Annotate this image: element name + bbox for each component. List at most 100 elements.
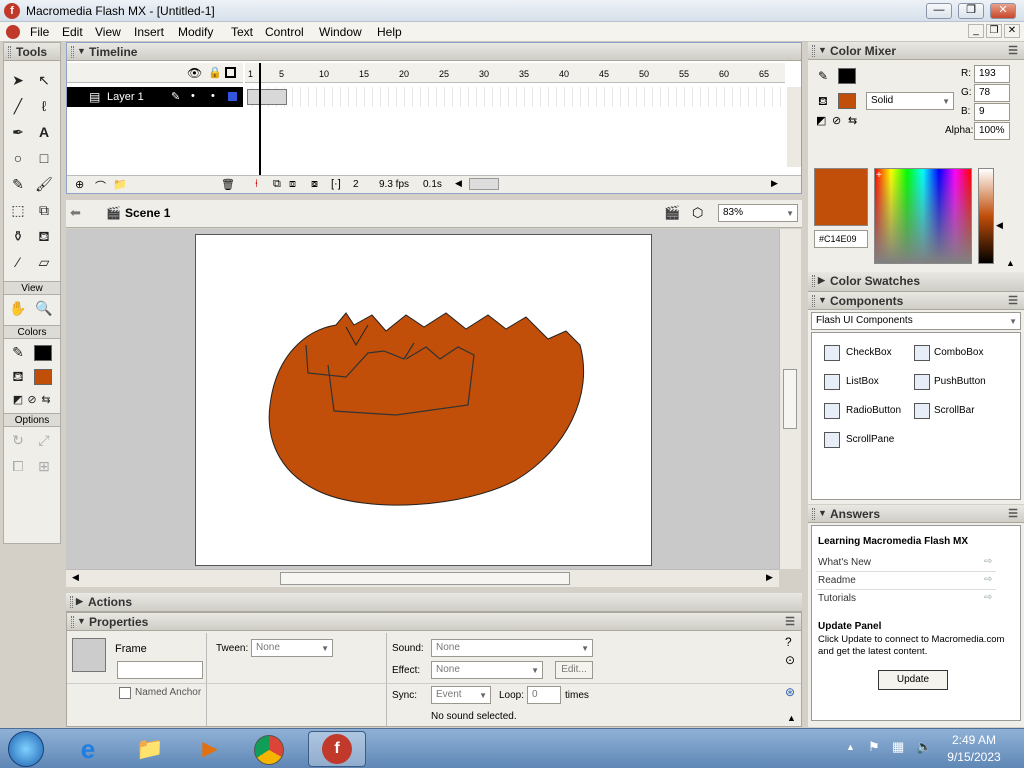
free-transform-tool-icon[interactable]: ⬚ [7, 199, 29, 221]
fill-color-swatch[interactable] [34, 369, 52, 385]
flash-taskbar-button[interactable]: f [308, 731, 366, 767]
accessibility-icon[interactable]: ⊛ [785, 685, 795, 699]
color-swatches-header[interactable]: ▶ Color Swatches [808, 272, 1024, 292]
onion-skin-icon[interactable]: ⧉ [273, 178, 281, 191]
frame-ruler[interactable]: 1 5 10 15 20 25 30 35 40 45 50 55 60 65 [245, 63, 785, 83]
stage-vscroll[interactable] [779, 229, 801, 569]
red-input[interactable]: 193 [974, 65, 1010, 83]
eye-icon[interactable]: 👁 [187, 66, 202, 80]
edit-actions-icon[interactable]: ⊙ [785, 653, 795, 667]
pencil-tool-icon[interactable]: ✎ [7, 173, 29, 195]
brightness-slider[interactable] [978, 168, 994, 264]
green-input[interactable]: 78 [974, 84, 1010, 102]
alpha-input[interactable]: 100% [974, 122, 1010, 140]
show-hidden-icons-icon[interactable]: ▲ [846, 742, 855, 752]
hex-input[interactable]: #C14E09 [814, 230, 868, 248]
clock-date[interactable]: 9/15/2023 [944, 750, 1004, 764]
menu-view[interactable]: View [95, 25, 121, 39]
envelope-option-icon[interactable]: ⊞ [33, 455, 55, 477]
outline-icon[interactable] [225, 67, 236, 78]
timeline-header[interactable]: ▼ Timeline [67, 43, 801, 61]
scroll-right-icon[interactable]: ▶ [766, 572, 773, 583]
pen-tool-icon[interactable]: ✒ [7, 121, 29, 143]
minimize-button[interactable]: — [926, 3, 952, 19]
properties-header[interactable]: ▼ Properties ☰ [67, 613, 801, 631]
network-icon[interactable]: ▦ [892, 739, 904, 755]
eraser-tool-icon[interactable]: ▱ [33, 251, 55, 273]
swap-colors-icon[interactable]: ⇆ [848, 114, 857, 127]
doc-close-button[interactable]: ✕ [1004, 24, 1020, 38]
rotate-option-icon[interactable]: ↻ [7, 429, 29, 451]
center-frame-icon[interactable]: ⍿ [255, 178, 258, 191]
lock-dot[interactable]: • [211, 90, 215, 102]
component-scrollpane[interactable]: ScrollPane [846, 434, 894, 445]
internet-explorer-icon[interactable]: e [66, 733, 110, 765]
panel-options-icon[interactable]: ☰ [1008, 44, 1018, 57]
menu-text[interactable]: Text [231, 25, 253, 39]
orange-shape[interactable] [268, 312, 584, 506]
clock-time[interactable]: 2:49 AM [944, 733, 1004, 747]
scale-option-icon[interactable]: ⤢ [33, 429, 55, 451]
sound-select[interactable]: None [431, 639, 593, 657]
brightness-pointer-icon[interactable]: ◀ [996, 220, 1003, 231]
no-color-icon[interactable]: ⊘ [832, 114, 841, 127]
paint-bucket-tool-icon[interactable]: ⛾ [33, 225, 55, 247]
layer-name[interactable]: Layer 1 [107, 91, 144, 103]
close-button[interactable]: ✕ [990, 3, 1016, 19]
scroll-left-icon[interactable]: ◀ [72, 572, 79, 583]
line-tool-icon[interactable]: ╱ [7, 95, 29, 117]
collapse-props-icon[interactable]: ▲ [787, 713, 796, 723]
scroll-left-icon[interactable]: ◀ [455, 178, 462, 189]
zoom-tool-icon[interactable]: 🔍 [33, 297, 55, 319]
oval-tool-icon[interactable]: ○ [7, 147, 29, 169]
add-guide-icon[interactable]: ⌒ [95, 178, 106, 194]
color-mixer-header[interactable]: ▼ Color Mixer ☰ [808, 42, 1024, 60]
actions-panel-header[interactable]: ▶ Actions [66, 593, 802, 612]
keyframe-span[interactable] [247, 89, 287, 105]
add-layer-icon[interactable]: ⊕ [75, 178, 84, 191]
effect-select[interactable]: None [431, 661, 543, 679]
action-center-icon[interactable]: ⚑ [868, 739, 880, 755]
subselect-tool-icon[interactable]: ↖ [33, 69, 55, 91]
answers-header[interactable]: ▼ Answers ☰ [808, 505, 1024, 523]
fill-type-select[interactable]: Solid [866, 92, 954, 110]
component-scrollbar[interactable]: ScrollBar [934, 405, 975, 416]
arrow-tool-icon[interactable]: ➤ [7, 69, 29, 91]
panel-grip[interactable] [8, 46, 11, 58]
components-header[interactable]: ▼ Components ☰ [808, 292, 1024, 310]
mixer-stroke-swatch[interactable] [838, 68, 856, 84]
link-readme[interactable]: Readme [818, 575, 856, 586]
panel-options-icon[interactable]: ☰ [785, 615, 795, 628]
tween-select[interactable]: None [251, 639, 333, 657]
menu-help[interactable]: Help [377, 25, 402, 39]
link-arrow-icon[interactable]: ⇨ [984, 574, 992, 585]
brush-tool-icon[interactable]: 🖌 [33, 173, 55, 195]
help-icon[interactable]: ? [785, 635, 792, 649]
maximize-button[interactable]: ❐ [958, 3, 984, 19]
component-set-select[interactable]: Flash UI Components [811, 312, 1021, 330]
onion-markers-icon[interactable]: [·] [331, 178, 341, 190]
edit-multiple-icon[interactable]: ⧇ [311, 178, 318, 191]
visible-dot[interactable]: • [191, 90, 195, 102]
link-arrow-icon[interactable]: ⇨ [984, 556, 992, 567]
playhead[interactable] [259, 63, 261, 175]
timeline-vscroll[interactable] [787, 87, 801, 167]
onion-outline-icon[interactable]: ⧈ [289, 178, 296, 191]
start-button-icon[interactable] [8, 731, 44, 767]
link-whats-new[interactable]: What's New [818, 557, 871, 568]
color-spectrum[interactable] [874, 168, 972, 264]
panel-options-icon[interactable]: ☰ [1008, 294, 1018, 307]
edit-symbol-icon[interactable]: ⬡ [692, 205, 703, 221]
edit-sound-button[interactable]: Edit... [555, 661, 593, 679]
swap-colors-icon[interactable]: ⇆ [35, 389, 57, 411]
drawing[interactable] [196, 235, 653, 567]
hscroll-thumb[interactable] [280, 572, 570, 585]
stage-hscroll[interactable]: ◀ ▶ [66, 569, 779, 587]
doc-minimize-button[interactable]: _ [968, 24, 984, 38]
chrome-icon[interactable] [254, 735, 284, 765]
eyedropper-tool-icon[interactable]: ⁄ [7, 251, 29, 273]
menu-edit[interactable]: Edit [62, 25, 83, 39]
default-colors-icon[interactable]: ◩ [816, 114, 826, 127]
back-arrow-icon[interactable]: ⬅ [70, 205, 81, 221]
update-button[interactable]: Update [878, 670, 948, 690]
